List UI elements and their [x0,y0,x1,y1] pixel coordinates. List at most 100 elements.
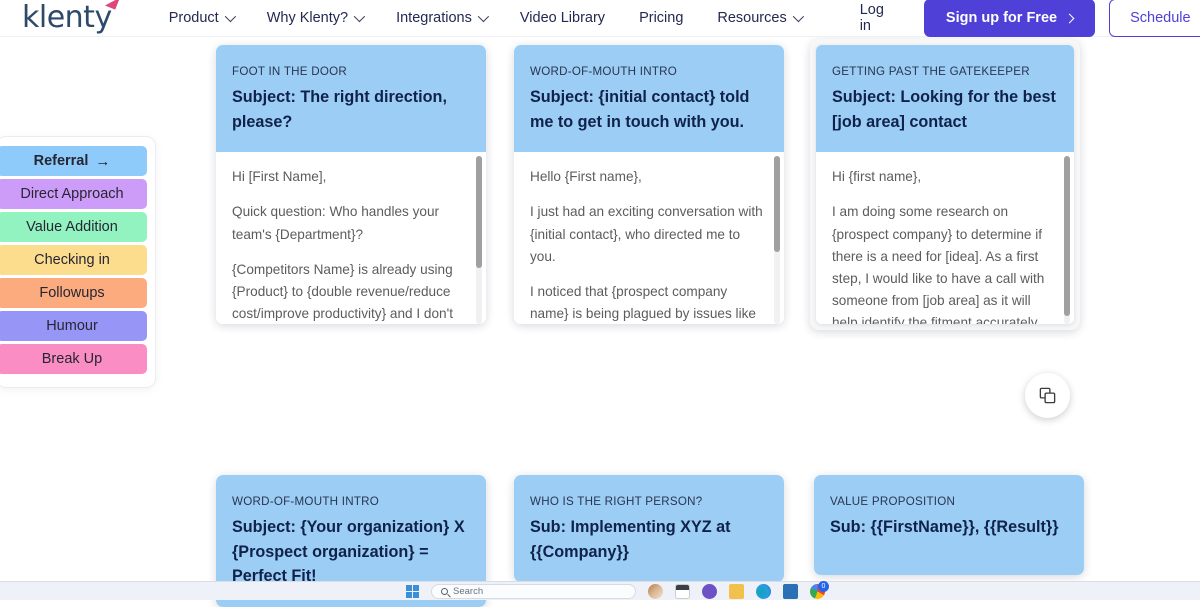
taskbar-items: Search 0 [406,582,825,601]
card-header: FOOT IN THE DOOR Subject: The right dire… [216,45,486,152]
nav-item-why-klenty[interactable]: Why Klenty? [250,2,379,34]
nav-item-label: Video Library [520,10,605,26]
email-template-card[interactable]: GETTING PAST THE GATEKEEPER Subject: Loo… [810,39,1080,330]
schedule-demo-button[interactable]: Schedule [1109,0,1200,37]
card-kicker: WHO IS THE RIGHT PERSON? [530,495,768,508]
card-paragraph: Hi [First Name], [232,166,466,188]
card-body[interactable]: Hi [First Name], Quick question: Who han… [216,152,486,324]
printer-icon[interactable] [783,584,798,599]
nav-item-integrations[interactable]: Integrations [379,2,503,34]
nav-item-pricing[interactable]: Pricing [622,2,700,34]
sidebar-item-humour[interactable]: Humour [0,311,147,341]
card-kicker: GETTING PAST THE GATEKEEPER [832,65,1058,78]
chrome-icon[interactable]: 0 [810,584,825,599]
card-kicker: FOOT IN THE DOOR [232,65,470,78]
sidebar-item-label: Followups [39,285,104,301]
card-paragraph: I noticed that {prospect company name} i… [530,281,764,324]
card-paragraph: Quick question: Who handles your team's … [232,201,466,245]
sidebar-item-direct-approach[interactable]: Direct Approach [0,179,147,209]
card-header: GETTING PAST THE GATEKEEPER Subject: Loo… [816,45,1074,152]
card-subject: Subject: The right direction, please? [232,85,470,134]
nav-item-label: Pricing [639,10,683,26]
folder-icon[interactable] [729,584,744,599]
nav-item-resources[interactable]: Resources [700,2,817,34]
card-slot: WORD-OF-MOUTH INTRO Subject: {initial co… [514,45,784,324]
sidebar-item-label: Direct Approach [20,186,123,202]
card-subject: Subject: Looking for the best [job area]… [832,85,1058,134]
logo-text: klenty [22,0,112,35]
top-navbar: klenty Product Why Klenty? Integrations … [0,0,1200,37]
search-icon [441,588,448,595]
card-slot: VALUE PROPOSITION Sub: {{FirstName}}, {{… [814,475,1084,575]
sidebar-item-label: Value Addition [26,219,118,235]
chevron-down-icon [792,11,803,22]
taskbar-search-input[interactable]: Search [431,584,636,599]
card-kicker: WORD-OF-MOUTH INTRO [530,65,768,78]
handshake-icon[interactable] [648,584,663,599]
login-link[interactable]: Log in [846,0,898,42]
sidebar-item-label: Referral [34,153,89,169]
card-kicker: VALUE PROPOSITION [830,495,1068,508]
card-scrollbar[interactable] [774,156,780,324]
card-scrollbar-thumb[interactable] [476,156,482,268]
card-header: WHO IS THE RIGHT PERSON? Sub: Implementi… [514,475,784,582]
card-paragraph: {Competitors Name} is already using {Pro… [232,259,466,325]
windows-taskbar: Search 0 [0,581,1200,600]
card-scrollbar[interactable] [1064,156,1070,324]
search-placeholder: Search [453,586,483,597]
card-paragraph: I am doing some research on {prospect co… [832,201,1054,324]
nav-item-product[interactable]: Product [152,2,250,34]
chevron-right-icon [1065,13,1075,23]
sidebar-item-label: Humour [46,318,98,334]
copy-template-button[interactable] [1025,373,1070,418]
templates-grid: FOOT IN THE DOOR Subject: The right dire… [0,37,1200,582]
card-subject: Subject: {Your organization} X {Prospect… [232,515,470,589]
nav-links: Product Why Klenty? Integrations Video L… [152,2,818,34]
signup-button[interactable]: Sign up for Free [924,0,1095,37]
sidebar-item-followups[interactable]: Followups [0,278,147,308]
chevron-down-icon [354,11,365,22]
card-subject: Sub: {{FirstName}}, {{Result}} [830,515,1068,540]
card-paragraph: Hello {First name}, [530,166,764,188]
card-body[interactable]: Hello {First name}, I just had an exciti… [514,152,784,324]
card-subject: Subject: {initial contact} told me to ge… [530,85,768,134]
category-sidebar: Referral → Direct Approach Value Additio… [0,136,156,388]
chevron-down-icon [478,11,489,22]
klenty-logo[interactable]: klenty [22,3,112,33]
email-template-card[interactable]: FOOT IN THE DOOR Subject: The right dire… [216,45,486,324]
card-scrollbar-thumb[interactable] [1064,156,1070,316]
email-template-card[interactable]: VALUE PROPOSITION Sub: {{FirstName}}, {{… [814,475,1084,575]
chevron-down-icon [224,11,235,22]
card-slot: FOOT IN THE DOOR Subject: The right dire… [216,45,486,324]
copy-icon [1038,386,1057,405]
card-slot: WHO IS THE RIGHT PERSON? Sub: Implementi… [514,475,784,582]
nav-item-video-library[interactable]: Video Library [503,2,622,34]
sidebar-item-label: Break Up [42,351,102,367]
nav-item-label: Integrations [396,10,472,26]
card-scrollbar-thumb[interactable] [774,156,780,252]
file-explorer-window-icon[interactable] [675,584,690,599]
nav-item-label: Why Klenty? [267,10,348,26]
arrow-right-icon: → [95,153,110,170]
signup-button-label: Sign up for Free [946,10,1057,26]
card-paragraph: Hi {first name}, [832,166,1054,188]
sidebar-item-referral[interactable]: Referral → [0,146,147,176]
sidebar-item-break-up[interactable]: Break Up [0,344,147,374]
card-kicker: WORD-OF-MOUTH INTRO [232,495,470,508]
email-template-card[interactable]: WHO IS THE RIGHT PERSON? Sub: Implementi… [514,475,784,582]
nav-item-label: Product [169,10,219,26]
card-slot: GETTING PAST THE GATEKEEPER Subject: Loo… [810,39,1080,330]
windows-logo-icon[interactable] [406,585,419,598]
card-subject: Sub: Implementing XYZ at {{Company}} [530,515,768,564]
card-scrollbar[interactable] [476,156,482,324]
sidebar-item-checking-in[interactable]: Checking in [0,245,147,275]
email-template-card[interactable]: WORD-OF-MOUTH INTRO Subject: {initial co… [514,45,784,324]
sidebar-item-value-addition[interactable]: Value Addition [0,212,147,242]
notification-badge: 0 [818,581,829,592]
card-paragraph: I just had an exciting conversation with… [530,201,764,267]
sidebar-item-label: Checking in [34,252,110,268]
card-body[interactable]: Hi {first name}, I am doing some researc… [816,152,1074,324]
teams-icon[interactable] [702,584,717,599]
card-header: WORD-OF-MOUTH INTRO Subject: {initial co… [514,45,784,152]
edge-icon[interactable] [756,584,771,599]
